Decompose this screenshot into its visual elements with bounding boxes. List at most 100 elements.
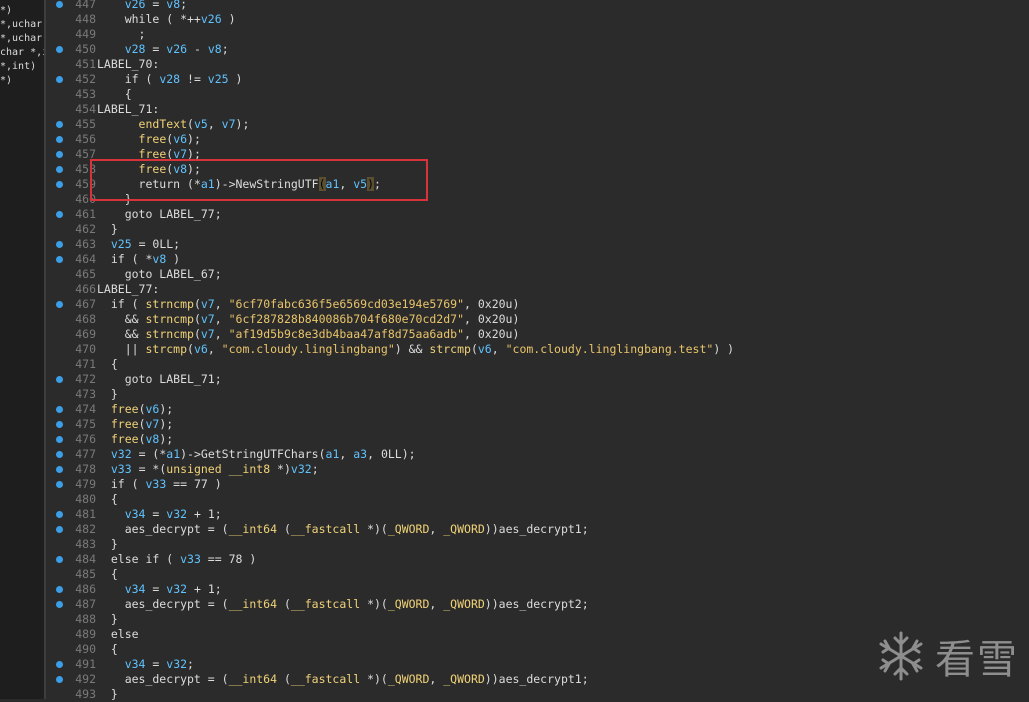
code-text[interactable]: free(v6); <box>97 132 201 147</box>
code-line[interactable]: 480 { <box>46 492 1029 507</box>
code-line[interactable]: 488 } <box>46 612 1029 627</box>
code-line[interactable]: 454 LABEL_71: <box>46 102 1029 117</box>
code-line[interactable]: 486 v34 = v32 + 1; <box>46 582 1029 597</box>
code-line[interactable]: 450 v28 = v26 - v8; <box>46 42 1029 57</box>
code-text[interactable]: else if ( v33 == 78 ) <box>97 552 256 567</box>
breakpoint-dot-icon[interactable] <box>56 376 63 383</box>
breakpoint-dot-icon[interactable] <box>56 136 63 143</box>
code-text[interactable]: v34 = v32; <box>97 657 194 672</box>
code-line[interactable]: 485 { <box>46 567 1029 582</box>
code-line[interactable]: 472 goto LABEL_71; <box>46 372 1029 387</box>
breakpoint-dot-icon[interactable] <box>56 436 63 443</box>
breakpoint-dot-icon[interactable] <box>56 511 63 518</box>
code-text[interactable]: goto LABEL_67; <box>97 267 222 282</box>
code-text[interactable]: } <box>97 222 118 237</box>
breakpoint-dot-icon[interactable] <box>56 556 63 563</box>
code-text[interactable]: } <box>97 687 118 702</box>
code-text[interactable]: || strcmp(v6, "com.cloudy.linglingbang")… <box>97 342 734 357</box>
code-text[interactable]: { <box>97 87 132 102</box>
code-text[interactable]: goto LABEL_77; <box>97 207 222 222</box>
code-line[interactable]: 449 ; <box>46 27 1029 42</box>
code-text[interactable]: aes_decrypt = (__int64 (__fastcall *)(_Q… <box>97 672 589 687</box>
code-text[interactable]: { <box>97 567 118 582</box>
code-text[interactable]: v34 = v32 + 1; <box>97 582 222 597</box>
function-list-item[interactable]: *) <box>0 74 44 88</box>
code-text[interactable]: endText(v5, v7); <box>97 117 250 132</box>
code-line[interactable]: 493 } <box>46 687 1029 702</box>
code-line[interactable]: 463 v25 = 0LL; <box>46 237 1029 252</box>
breakpoint-dot-icon[interactable] <box>56 166 63 173</box>
code-text[interactable]: { <box>97 642 118 657</box>
code-text[interactable]: v25 = 0LL; <box>97 237 180 252</box>
function-list-item[interactable]: *,uchar <box>0 18 44 32</box>
function-list-item[interactable]: *,uchar <box>0 32 44 46</box>
breakpoint-dot-icon[interactable] <box>56 421 63 428</box>
code-text[interactable]: free(v8); <box>97 432 173 447</box>
code-text[interactable]: else <box>97 627 139 642</box>
breakpoint-dot-icon[interactable] <box>56 676 63 683</box>
code-text[interactable]: if ( v33 == 77 ) <box>97 477 222 492</box>
code-line[interactable]: 447 v26 = v8; <box>46 0 1029 12</box>
breakpoint-dot-icon[interactable] <box>56 586 63 593</box>
code-text[interactable]: v34 = v32 + 1; <box>97 507 222 522</box>
code-text[interactable]: if ( *v8 ) <box>97 252 180 267</box>
code-text[interactable]: v26 = v8; <box>97 0 187 12</box>
code-line[interactable]: 453 { <box>46 87 1029 102</box>
code-text[interactable]: { <box>97 492 118 507</box>
code-text[interactable]: v33 = *(unsigned __int8 *)v32; <box>97 462 319 477</box>
code-line[interactable]: 464 if ( *v8 ) <box>46 252 1029 267</box>
breakpoint-dot-icon[interactable] <box>56 481 63 488</box>
breakpoint-dot-icon[interactable] <box>56 256 63 263</box>
code-line[interactable]: 487 aes_decrypt = (__int64 (__fastcall *… <box>46 597 1029 612</box>
breakpoint-dot-icon[interactable] <box>56 46 63 53</box>
code-text[interactable]: if ( strncmp(v7, "6cf70fabc636f5e6569cd0… <box>97 297 520 312</box>
code-text[interactable]: && strncmp(v7, "6cf287828b840086b704f680… <box>97 312 520 327</box>
code-text[interactable]: aes_decrypt = (__int64 (__fastcall *)(_Q… <box>97 522 589 537</box>
code-text[interactable]: && strncmp(v7, "af19d5b9c8e3db4baa47af8d… <box>97 327 520 342</box>
breakpoint-dot-icon[interactable] <box>56 211 63 218</box>
code-text[interactable]: aes_decrypt = (__int64 (__fastcall *)(_Q… <box>97 597 589 612</box>
code-text[interactable]: ; <box>97 27 146 42</box>
breakpoint-dot-icon[interactable] <box>56 76 63 83</box>
code-line[interactable]: 448 while ( *++v26 ) <box>46 12 1029 27</box>
code-line[interactable]: 471 { <box>46 357 1029 372</box>
code-line[interactable]: 478 v33 = *(unsigned __int8 *)v32; <box>46 462 1029 477</box>
breakpoint-dot-icon[interactable] <box>56 466 63 473</box>
breakpoint-dot-icon[interactable] <box>56 661 63 668</box>
code-line[interactable]: 465 goto LABEL_67; <box>46 267 1029 282</box>
code-line[interactable]: 455 endText(v5, v7); <box>46 117 1029 132</box>
code-text[interactable]: v32 = (*a1)->GetStringUTFChars(a1, a3, 0… <box>97 447 416 462</box>
code-text[interactable]: LABEL_77: <box>97 282 159 297</box>
code-text[interactable]: free(v6); <box>97 402 173 417</box>
breakpoint-dot-icon[interactable] <box>56 241 63 248</box>
breakpoint-dot-icon[interactable] <box>56 121 63 128</box>
code-text[interactable]: } <box>97 612 118 627</box>
code-text[interactable]: LABEL_71: <box>97 102 159 117</box>
code-line[interactable]: 475 free(v7); <box>46 417 1029 432</box>
code-line[interactable]: 462 } <box>46 222 1029 237</box>
code-line[interactable]: 483 } <box>46 537 1029 552</box>
code-text[interactable]: } <box>97 387 118 402</box>
code-text[interactable]: goto LABEL_71; <box>97 372 222 387</box>
code-line[interactable]: 479 if ( v33 == 77 ) <box>46 477 1029 492</box>
breakpoint-dot-icon[interactable] <box>56 301 63 308</box>
code-line[interactable]: 477 v32 = (*a1)->GetStringUTFChars(a1, a… <box>46 447 1029 462</box>
function-list-panel[interactable]: *) *,uchar *,uchar char *,i *,int) *) <box>0 0 44 699</box>
breakpoint-dot-icon[interactable] <box>56 151 63 158</box>
breakpoint-dot-icon[interactable] <box>56 451 63 458</box>
code-line[interactable]: 468 && strncmp(v7, "6cf287828b840086b704… <box>46 312 1029 327</box>
function-list-item[interactable]: *) <box>0 4 44 18</box>
breakpoint-dot-icon[interactable] <box>56 181 63 188</box>
pseudocode-view[interactable]: 447 v26 = v8; 448 while ( *++v26 ) 449 ; 45… <box>46 0 1029 702</box>
code-line[interactable]: 456 free(v6); <box>46 132 1029 147</box>
code-text[interactable]: while ( *++v26 ) <box>97 12 236 27</box>
breakpoint-dot-icon[interactable] <box>56 526 63 533</box>
code-line[interactable]: 481 v34 = v32 + 1; <box>46 507 1029 522</box>
code-text[interactable]: { <box>97 357 118 372</box>
function-list-item[interactable]: *,int) <box>0 60 44 74</box>
code-line[interactable]: 470 || strcmp(v6, "com.cloudy.linglingba… <box>46 342 1029 357</box>
code-line[interactable]: 476 free(v8); <box>46 432 1029 447</box>
code-line[interactable]: 451 LABEL_70: <box>46 57 1029 72</box>
code-line[interactable]: 467 if ( strncmp(v7, "6cf70fabc636f5e656… <box>46 297 1029 312</box>
breakpoint-dot-icon[interactable] <box>56 1 63 8</box>
